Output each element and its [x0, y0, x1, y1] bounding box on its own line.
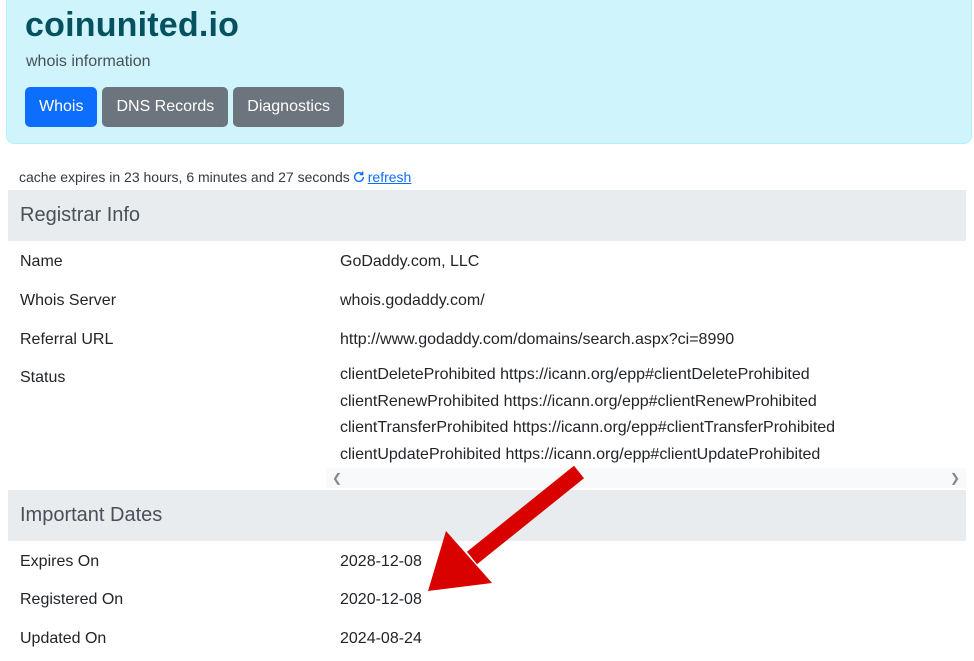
- horizontal-scrollbar[interactable]: ❮ ❯: [326, 468, 966, 488]
- row-value-expires-on: 2028-12-08: [340, 553, 422, 570]
- row-key-status: Status: [20, 369, 66, 386]
- row-key-expires-on: Expires On: [20, 553, 100, 570]
- section-registrar-info: Registrar Info: [8, 190, 966, 241]
- section-important-dates: Important Dates: [8, 490, 966, 541]
- tab-diagnostics[interactable]: Diagnostics: [233, 87, 344, 127]
- table-row: Expires On 2028-12-08: [8, 541, 966, 580]
- refresh-icon: [353, 171, 364, 183]
- status-line: clientRenewProhibited https://icann.org/…: [340, 392, 817, 410]
- row-key-registered-on: Registered On: [20, 591, 124, 608]
- table-row: Updated On 2024-08-24: [8, 619, 966, 658]
- status-line: clientDeleteProhibited https://icann.org…: [340, 366, 810, 383]
- row-key-whois-server: Whois Server: [20, 292, 117, 309]
- whois-table: Registrar Info Name GoDaddy.com, LLC Who…: [8, 190, 966, 658]
- row-value-whois-server: whois.godaddy.com/: [340, 292, 485, 309]
- row-key-referral-url: Referral URL: [20, 331, 114, 348]
- cache-status: cache expires in 23 hours, 6 minutes and…: [19, 169, 411, 185]
- status-line: clientUpdateProhibited https://icann.org…: [340, 445, 821, 463]
- refresh-label: refresh: [367, 169, 412, 185]
- table-row: Name GoDaddy.com, LLC: [8, 241, 966, 280]
- chevron-left-icon[interactable]: ❮: [332, 471, 342, 485]
- refresh-link[interactable]: refresh: [350, 169, 412, 185]
- page-title: coinunited.io: [25, 6, 240, 44]
- cache-expiry-text: cache expires in 23 hours, 6 minutes and…: [19, 169, 350, 185]
- row-key-updated-on: Updated On: [20, 630, 107, 647]
- table-row: Whois Server whois.godaddy.com/: [8, 280, 966, 319]
- row-value-updated-on: 2024-08-24: [340, 630, 422, 647]
- tab-bar: Whois DNS Records Diagnostics: [25, 87, 344, 127]
- row-key-name: Name: [20, 253, 63, 270]
- table-row: Registered On 2020-12-08: [8, 580, 966, 619]
- table-row-status: Status clientDeleteProhibited https://ic…: [8, 358, 966, 490]
- row-value-name: GoDaddy.com, LLC: [340, 253, 480, 270]
- header-banner: coinunited.io whois information Whois DN…: [6, 0, 972, 144]
- tab-whois[interactable]: Whois: [25, 87, 98, 127]
- row-value-referral-url: http://www.godaddy.com/domains/search.as…: [340, 331, 735, 348]
- row-value-status: clientDeleteProhibited https://icann.org…: [340, 362, 835, 468]
- status-line: clientTransferProhibited https://icann.o…: [340, 419, 836, 436]
- table-row: Referral URL http://www.godaddy.com/doma…: [8, 319, 966, 358]
- chevron-right-icon[interactable]: ❯: [950, 471, 960, 485]
- row-value-registered-on: 2020-12-08: [340, 591, 422, 608]
- tab-dns-records[interactable]: DNS Records: [102, 87, 229, 127]
- page-subtitle: whois information: [26, 53, 151, 70]
